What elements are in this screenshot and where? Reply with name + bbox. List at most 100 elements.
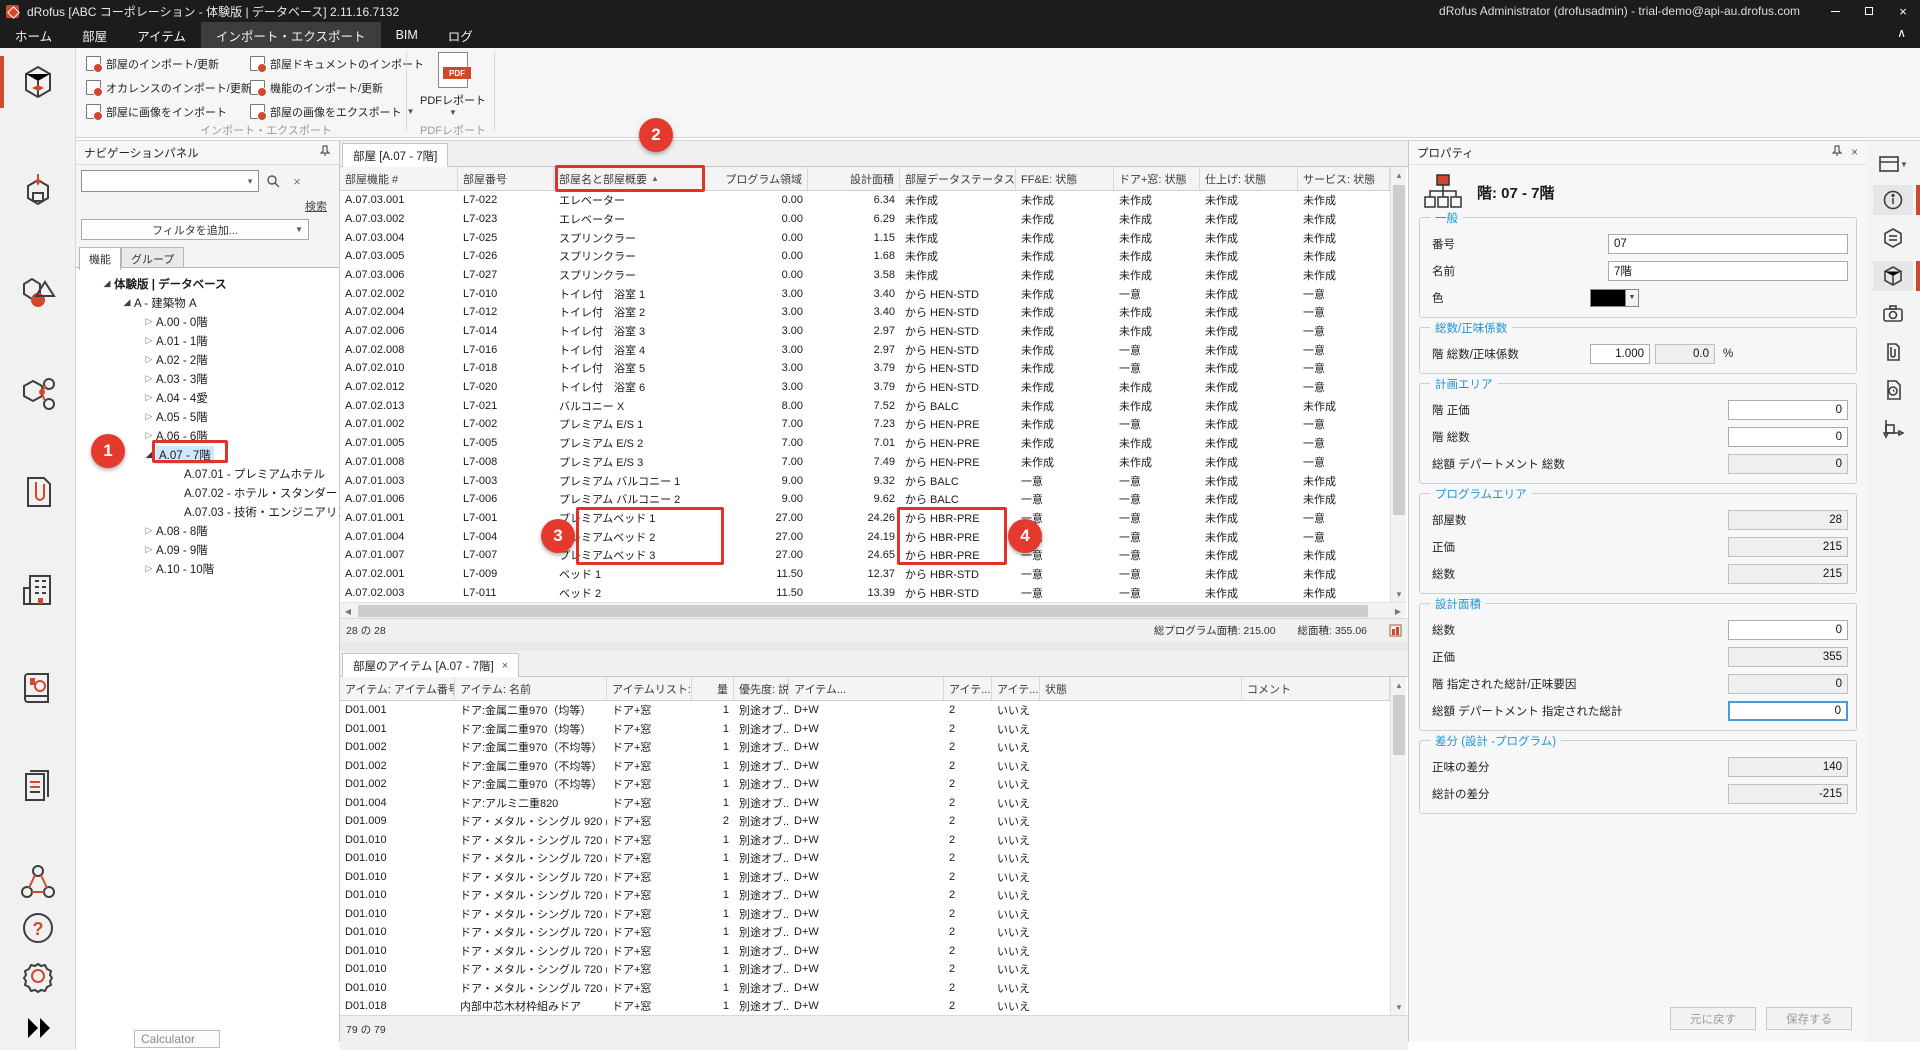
room-row[interactable]: A.07.03.004L7-025スプリンクラー0.001.15未作成未作成未作… (340, 228, 1390, 247)
search-icon[interactable] (264, 172, 282, 190)
catalog-module-icon[interactable] (16, 666, 60, 710)
menu-tab-4[interactable]: インポート・エクスポート (201, 22, 381, 48)
measure-tab-icon[interactable] (1873, 413, 1913, 443)
tab-room-items[interactable]: 部屋のアイテム [A.07 - 7階]× (342, 653, 519, 677)
item-row[interactable]: D01.002ドア:金属二重970（不均等）ドア+窓1別途オブ...D+W2いい… (340, 775, 1390, 794)
column-header[interactable]: アイテム... (789, 677, 944, 700)
item-row[interactable]: D01.010ドア・メタル・シングル 720 (スタッド)ドア+窓1別途オブ..… (340, 960, 1390, 979)
column-header[interactable]: アイテム: アイテム番号▲ (340, 677, 455, 700)
property-input[interactable]: 0 (1728, 620, 1848, 640)
room-row[interactable]: A.07.01.007L7-007プレミアムベッド 327.0024.65から … (340, 546, 1390, 565)
column-header[interactable]: 設計面積 (808, 167, 900, 190)
tree-item[interactable]: A.07.02 - ホテル・スタンダード (170, 483, 349, 502)
column-header[interactable]: 量 (692, 677, 734, 700)
tree-item[interactable]: A.07.03 - 技術・エンジニアリング (170, 502, 360, 521)
tree-item[interactable]: ▷A.10 - 10階 (142, 559, 214, 578)
tree-expander-icon[interactable]: ▷ (142, 563, 156, 574)
close-button[interactable]: × (1886, 0, 1920, 22)
rooms-horizontal-scrollbar[interactable]: ◀ ▶ (340, 602, 1406, 618)
column-header[interactable]: ドア+窓: 状態 (1114, 167, 1200, 190)
item-row[interactable]: D01.010ドア・メタル・シングル 720 (スタッド)ドア+窓1別途オブ..… (340, 886, 1390, 905)
pin-icon[interactable] (1831, 145, 1843, 160)
tree-expander-icon[interactable]: ▷ (142, 411, 156, 422)
column-header[interactable]: プログラム領域 (704, 167, 808, 190)
room-row[interactable]: A.07.03.005L7-026スプリンクラー0.001.68未作成未作成未作… (340, 247, 1390, 266)
property-input[interactable]: 7階 (1608, 261, 1848, 281)
tree-item[interactable]: ◢体験版 | データベース (100, 274, 227, 293)
menu-tab-3[interactable]: アイテム (122, 22, 201, 48)
room-row[interactable]: A.07.03.006L7-027スプリンクラー0.003.58未作成未作成未作… (340, 266, 1390, 285)
close-tab-icon[interactable]: × (502, 660, 508, 672)
items-module-icon[interactable] (16, 272, 60, 316)
item-row[interactable]: D01.018内部中芯木材枠組みドアドア+窓1別途オブ...D+W2いいえ (340, 997, 1390, 1016)
revert-button[interactable]: 元に戻す (1670, 1007, 1756, 1030)
item-row[interactable]: D01.004ドア:アルミ二重820ドア+窓1別途オブ...D+W2いいえ (340, 794, 1390, 813)
room-row[interactable]: A.07.02.004L7-012トイレ付 浴室 23.003.40から HEN… (340, 303, 1390, 322)
tree-item[interactable]: ▷A.05 - 5階 (142, 407, 208, 426)
systems-module-icon[interactable] (16, 372, 60, 416)
tree-item[interactable]: A.07.01 - プレミアムホテル (170, 464, 325, 483)
settings-gear-icon[interactable] (16, 954, 60, 998)
column-header[interactable]: 部屋番号 (458, 167, 554, 190)
attachments-tab-icon[interactable] (1873, 337, 1913, 367)
item-row[interactable]: D01.010ドア・メタル・シングル 720 (スタッド)ドア+窓1別途オブ..… (340, 942, 1390, 961)
help-icon[interactable]: ? (16, 906, 60, 946)
item-row[interactable]: D01.002ドア:金属二重970（不均等）ドア+窓1別途オブ...D+W2いい… (340, 738, 1390, 757)
column-header[interactable]: FF&E: 状態 (1016, 167, 1114, 190)
room-row[interactable]: A.07.03.002L7-023エレベーター0.006.29未作成未作成未作成… (340, 210, 1390, 229)
buildings-module-icon[interactable] (16, 568, 60, 612)
menu-tab-6[interactable]: ログ (433, 22, 488, 48)
column-header[interactable]: アイテムリスト: 名前 (607, 677, 692, 700)
room-row[interactable]: A.07.01.008L7-008プレミアム E/S 37.007.49から H… (340, 453, 1390, 472)
room-row[interactable]: A.07.02.006L7-014トイレ付 浴室 33.002.97から HEN… (340, 322, 1390, 341)
room-row[interactable]: A.07.01.001L7-001プレミアムベッド 127.0024.26から … (340, 509, 1390, 528)
tree-item[interactable]: ▷A.00 - 0階 (142, 312, 208, 331)
add-filter-button[interactable]: フィルタを追加...▼ (81, 219, 309, 240)
tree-item[interactable]: ▷A.08 - 8階 (142, 521, 208, 540)
tree-expander-icon[interactable]: ◢ (120, 297, 134, 308)
tree-item[interactable]: ▷A.02 - 2階 (142, 350, 208, 369)
room-row[interactable]: A.07.01.005L7-005プレミアム E/S 27.007.01から H… (340, 434, 1390, 453)
room-row[interactable]: A.07.01.004L7-004プレミアムベッド 227.0024.19から … (340, 527, 1390, 546)
pane-splitter[interactable] (340, 642, 1408, 651)
tree-expander-icon[interactable]: ▷ (142, 373, 156, 384)
room-row[interactable]: A.07.02.002L7-010トイレ付 浴室 13.003.40から HEN… (340, 284, 1390, 303)
ribbon-button[interactable]: 部屋のインポート/更新 (86, 54, 244, 73)
rooms-module-icon[interactable] (16, 60, 60, 104)
column-header[interactable]: アイテム: 名前 (455, 677, 607, 700)
tree-expander-icon[interactable]: ▷ (142, 544, 156, 555)
menu-tab-5[interactable]: BIM (381, 22, 433, 48)
room-row[interactable]: A.07.02.003L7-011ベッド 211.5013.39から HBR-S… (340, 583, 1390, 602)
column-header[interactable]: 優先度: 説... (734, 677, 789, 700)
model-tab-icon[interactable] (1873, 261, 1913, 291)
tree-item[interactable]: ◢A - 建築物 A (120, 293, 197, 312)
menu-tab-1[interactable]: ホーム (0, 22, 67, 48)
ribbon-button[interactable]: オカレンスのインポート/更新 (86, 78, 244, 97)
tree-expander-icon[interactable]: ▷ (142, 354, 156, 365)
tree-expander-icon[interactable]: ▷ (142, 335, 156, 346)
tree-expander-icon[interactable]: ▷ (142, 316, 156, 327)
tree-item[interactable]: ▷A.03 - 3階 (142, 369, 208, 388)
item-row[interactable]: D01.001ドア:金属二重970（均等）ドア+窓1別途オブ...D+W2いいえ (340, 701, 1390, 720)
menu-tab-2[interactable]: 部屋 (67, 22, 122, 48)
ribbon-button[interactable]: 機能のインポート/更新 (250, 78, 440, 97)
reports-module-icon[interactable] (16, 764, 60, 808)
info-tab-icon[interactable] (1873, 185, 1913, 215)
layout-selector-icon[interactable]: ▼ (1873, 149, 1913, 179)
nav-tab-1[interactable]: 機能 (79, 247, 121, 270)
pdf-report-button[interactable]: PDF PDFレポート ▼ (420, 52, 486, 120)
data-sheet-tab-icon[interactable] (1873, 223, 1913, 253)
property-input[interactable]: 07 (1608, 234, 1848, 254)
item-row[interactable]: D01.010ドア・メタル・シングル 720 (スタッド)ドア+窓1別途オブ..… (340, 849, 1390, 868)
tree-expander-icon[interactable]: ▷ (142, 392, 156, 403)
attachments-module-icon[interactable] (16, 470, 60, 514)
room-row[interactable]: A.07.03.001L7-022エレベーター0.006.34未作成未作成未作成… (340, 191, 1390, 210)
room-row[interactable]: A.07.01.006L7-006プレミアム バルコニー 29.009.62から… (340, 490, 1390, 509)
property-input[interactable]: 1.000 (1590, 344, 1650, 364)
tree-item[interactable]: ▷A.09 - 9階 (142, 540, 208, 559)
save-button[interactable]: 保存する (1766, 1007, 1852, 1030)
images-tab-icon[interactable] (1873, 299, 1913, 329)
occurrences-module-icon[interactable] (16, 170, 60, 214)
room-row[interactable]: A.07.02.013L7-021バルコニー X8.007.52から BALC未… (340, 396, 1390, 415)
room-row[interactable]: A.07.02.008L7-016トイレ付 浴室 43.002.97から HEN… (340, 340, 1390, 359)
